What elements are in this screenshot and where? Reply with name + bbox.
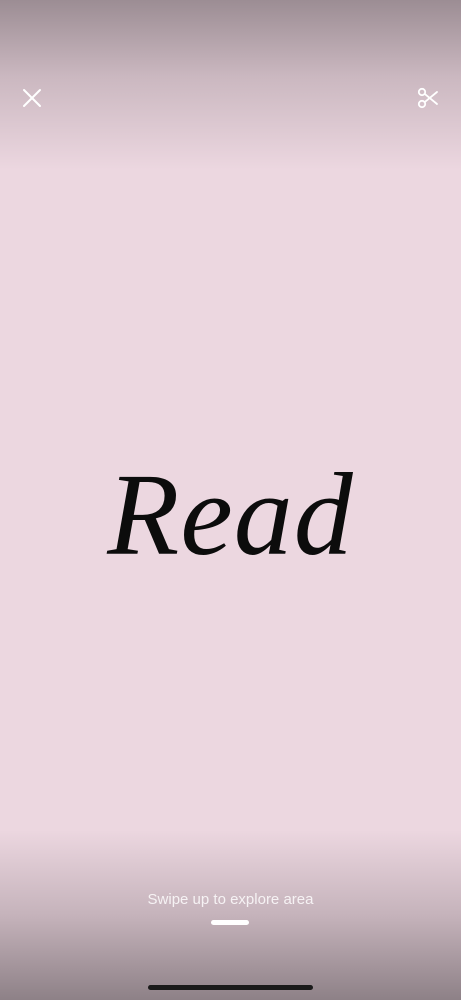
home-indicator[interactable] <box>148 985 313 990</box>
main-word: Read <box>107 449 354 580</box>
cut-button[interactable] <box>412 82 444 114</box>
close-button[interactable] <box>16 82 48 114</box>
scissors-icon <box>417 87 438 109</box>
close-icon <box>23 89 41 107</box>
swipe-up-handle[interactable] <box>211 920 249 925</box>
top-gradient-overlay <box>0 0 461 170</box>
bottom-gradient-overlay <box>0 830 461 1000</box>
swipe-hint: Swipe up to explore area <box>147 891 314 908</box>
